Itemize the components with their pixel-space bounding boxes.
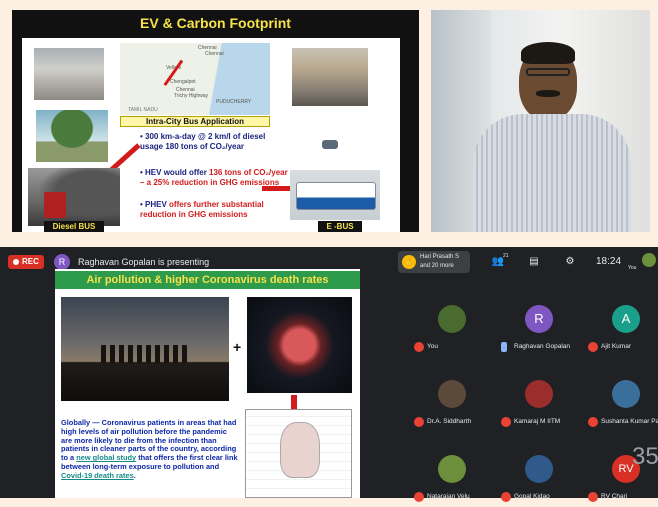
road-photo [292, 48, 368, 106]
mic-muted-icon [588, 342, 598, 352]
people-count: 21 [503, 253, 509, 259]
virus-image [247, 297, 352, 393]
self-avatar[interactable] [642, 253, 656, 267]
skyline [101, 345, 191, 363]
participant-tile[interactable]: Dr.A. Siddharth [410, 372, 496, 432]
hand-name: Hari Prasath S [420, 254, 460, 260]
participant-tile[interactable]: You [410, 297, 496, 357]
participant-tile[interactable]: A Ajit Kumar [584, 297, 658, 357]
slide-title: Air pollution & higher Coronavirus death… [55, 271, 360, 289]
map-label: Chengalpet [170, 79, 196, 85]
participant-initial-avatar: A [612, 305, 640, 333]
clock: 18:24 [596, 256, 622, 267]
plus-sign: + [233, 339, 242, 355]
shirt [473, 114, 631, 232]
mic-muted-icon [414, 342, 424, 352]
diesel-bus-label: Diesel BUS [44, 221, 104, 232]
participant-name: Dr.A. Siddharth [427, 418, 472, 425]
slide-title: EV & Carbon Footprint [140, 15, 291, 31]
speaking-icon [501, 342, 507, 352]
participant-initial-avatar: R [525, 305, 553, 333]
lung-diagram [245, 409, 352, 498]
participant-name: Raghavan Gopalan [514, 343, 571, 350]
raised-hands-chip[interactable]: ✋ Hari Prasath S and 20 more [398, 251, 470, 273]
map-label: Chennai [205, 51, 224, 57]
hand-more: and 20 more [420, 263, 454, 269]
participant-name: Ajit Kumar [601, 343, 631, 350]
participant-name: Kamaraj M IITM [514, 418, 561, 425]
mic-muted-icon [588, 417, 598, 427]
participant-photo [438, 380, 466, 408]
map-label: TAMIL NADU [128, 107, 158, 113]
bus-shape [44, 192, 66, 218]
participant-photo [612, 380, 640, 408]
bullet-hev-lead: HEV would offer [145, 168, 210, 177]
hand-icon: ✋ [402, 255, 416, 269]
city-skyline-photo [61, 297, 229, 401]
diesel-bus-photo [28, 168, 120, 226]
participant-name: Natarajan Velu [427, 493, 470, 500]
hair [521, 42, 575, 64]
participant-name: Gopal Kidao [514, 493, 550, 500]
chat-icon[interactable]: ▤ [526, 255, 542, 269]
paragraph-end: . [133, 470, 136, 480]
callout-text: Intra-City Bus Application [146, 117, 244, 126]
participant-tile[interactable]: Gopal Kidao [497, 447, 583, 507]
self-label: You [628, 265, 637, 271]
participant-photo [438, 455, 466, 483]
participant-tile[interactable]: R Raghavan Gopalan [497, 297, 583, 357]
presenter-photo [431, 10, 650, 232]
bullet-hev: • HEV would offer 136 tons of CO₂/year –… [140, 168, 290, 187]
presenter-avatar: R [54, 254, 70, 270]
tree-photo [36, 110, 108, 162]
mic-muted-icon [414, 492, 424, 502]
bullet-usage: • 300 km-a-day @ 2 km/l of diesel usage … [140, 132, 272, 151]
activities-icon[interactable]: ⚙ [562, 255, 578, 269]
mustache [536, 90, 560, 97]
participant-name: You [427, 343, 438, 350]
lungs [280, 422, 320, 478]
mic-muted-icon [414, 417, 424, 427]
participant-photo [525, 455, 553, 483]
presenting-status: Raghavan Gopalan is presenting [78, 257, 210, 267]
participant-name: Sushanta Kumar Pan [601, 418, 658, 425]
traffic-photo [34, 48, 104, 100]
mic-muted-icon [588, 492, 598, 502]
car-icon [322, 140, 338, 149]
mic-muted-icon [501, 492, 511, 502]
bus-shape [296, 182, 376, 210]
glasses [526, 68, 570, 76]
recording-badge: REC [8, 255, 44, 269]
study-link[interactable]: new global study [76, 453, 136, 462]
slide-body: Chennai Chennai Vellore Chengalpet Chenn… [22, 38, 400, 232]
e-bus-photo [290, 170, 380, 220]
diesel-bus-label-text: Diesel BUS [52, 222, 96, 231]
map-label: PUDUCHERRY [216, 99, 252, 105]
participant-photo [525, 380, 553, 408]
red-arrow-down [291, 395, 297, 409]
shared-slide: Air pollution & higher Coronavirus death… [55, 269, 360, 498]
slide-paragraph: Globally — Coronavirus patients in areas… [61, 418, 239, 481]
bullet-phev-lead: PHEV [145, 200, 170, 209]
ev-carbon-slide: EV & Carbon Footprint Chennai Chennai Ve… [12, 10, 419, 232]
participant-name: RV Chari [601, 493, 628, 500]
tile-count-number: 35 [632, 443, 658, 470]
bullet-usage-text: 300 km-a-day @ 2 km/l of diesel usage 18… [140, 132, 266, 151]
presenter-initial: R [58, 257, 66, 267]
participant-photo [438, 305, 466, 333]
e-bus-label: E -BUS [318, 221, 362, 232]
bullet-phev: • PHEV offers further substantial reduct… [140, 200, 280, 219]
mic-muted-icon [501, 417, 511, 427]
chennai-map: Chennai Chennai Vellore Chengalpet Chenn… [120, 43, 270, 115]
red-arrow-left [262, 186, 292, 191]
callout-box: Intra-City Bus Application [120, 116, 270, 127]
participant-tile[interactable]: Natarajan Velu [410, 447, 496, 507]
participant-tile[interactable]: Kamaraj M IITM [497, 372, 583, 432]
meeting-window: REC R Raghavan Gopalan is presenting Air… [0, 247, 658, 502]
rec-label: REC [22, 257, 39, 266]
e-bus-label-text: E -BUS [326, 222, 354, 231]
participant-tile[interactable]: Sushanta Kumar Pan [584, 372, 658, 432]
map-label: Trichy Highway [174, 93, 208, 99]
death-rates-link[interactable]: Covid-19 death rates [61, 471, 134, 480]
